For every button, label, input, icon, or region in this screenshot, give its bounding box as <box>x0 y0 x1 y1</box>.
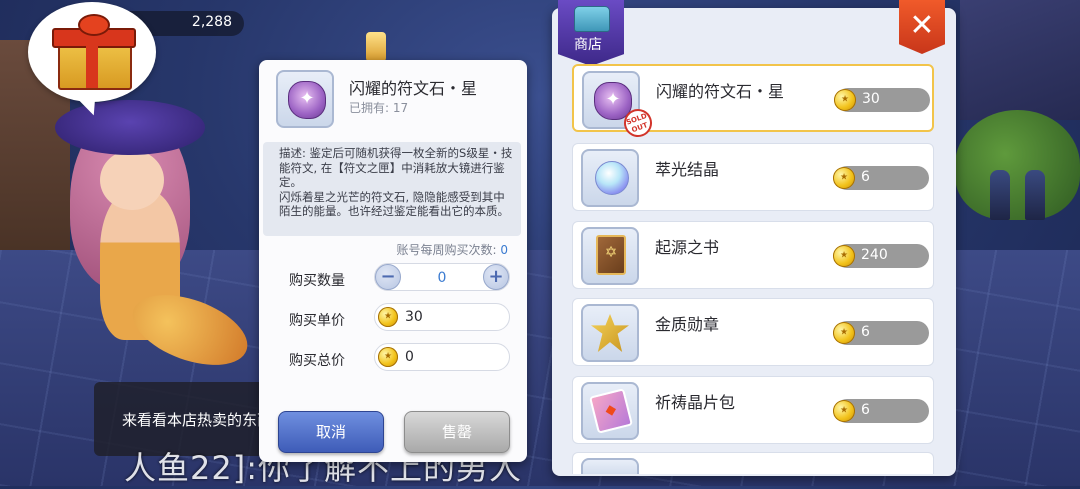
item-icon-frame <box>581 149 639 207</box>
cancel-button[interactable]: 取消 <box>278 411 384 453</box>
item-icon-frame <box>276 70 334 128</box>
item-description-flavor: 闪烁着星之光芒的符文石, 隐隐能感受到其中陌生的能量。也许经过鉴定能看出它的本质… <box>279 189 509 219</box>
coin-balance-value: 2,288 <box>191 14 232 30</box>
quantity-label: 购买数量 <box>289 273 345 289</box>
quantity-increase-button[interactable]: + <box>483 264 509 290</box>
coin-icon <box>833 245 855 267</box>
coin-icon <box>378 307 398 327</box>
shop-item-price: 6 <box>833 399 929 423</box>
shop-item[interactable]: SOLD OUT 闪耀的符文石・星 30 <box>572 64 934 141</box>
shop-item-price: 240 <box>833 244 929 268</box>
item-icon-frame <box>581 458 639 474</box>
shop-item-price: 6 <box>833 166 929 190</box>
witch-hat <box>55 100 205 155</box>
crystal-icon <box>595 161 629 195</box>
total-price-field: 0 <box>374 343 510 371</box>
card-pack-icon <box>588 388 634 434</box>
shop-item[interactable]: 萃光结晶 6 <box>572 143 934 211</box>
item-icon-frame <box>581 382 639 440</box>
shop-item-name: 祈祷晶片包 <box>655 393 736 412</box>
item-description-effect: 描述: 鉴定后可随机获得一枚全新的S级星・技能符文, 在【符文之匣】中消耗放大镜… <box>279 146 513 189</box>
unit-price-label: 购买单价 <box>289 313 345 329</box>
weekly-purchase-count: 0 <box>500 243 508 257</box>
shop-item-price-value: 240 <box>861 247 888 263</box>
tree <box>955 110 1080 220</box>
shop-item-name: 金质勋章 <box>655 315 720 334</box>
shop-item-name: 闪耀的符文石・星 <box>656 82 785 101</box>
sold-out-button[interactable]: 售罄 <box>404 411 510 453</box>
item-description: 描述: 鉴定后可随机获得一枚全新的S级星・技能符文, 在【符文之匣】中消耗放大镜… <box>263 142 521 236</box>
item-icon-frame <box>581 227 639 285</box>
shop-item-price: 30 <box>834 88 930 112</box>
street-lamp <box>366 32 386 62</box>
medal-icon <box>591 314 629 352</box>
shop-item-price-value: 30 <box>862 91 880 107</box>
unit-price-value: 30 <box>405 309 423 325</box>
rune-stone-icon <box>288 81 326 119</box>
shop-item-partial[interactable] <box>572 452 934 474</box>
close-button[interactable]: ✕ <box>899 0 945 54</box>
coin-icon <box>378 347 398 367</box>
item-icon-frame <box>581 304 639 362</box>
gift-bow <box>78 14 110 36</box>
book-icon <box>596 235 626 275</box>
total-price-value: 0 <box>405 349 414 365</box>
shop-item-price: 6 <box>833 321 929 345</box>
npc-character[interactable] <box>990 170 1010 220</box>
quantity-value[interactable]: 0 <box>431 270 453 286</box>
shop-item[interactable]: 祈祷晶片包 6 <box>572 376 934 444</box>
total-price-label: 购买总价 <box>289 353 345 369</box>
mermaid-face <box>100 150 164 210</box>
item-detail-dialog: 闪耀的符文石・星 已拥有: 17 描述: 鉴定后可随机获得一枚全新的S级星・技能… <box>259 60 527 462</box>
coin-icon <box>834 89 856 111</box>
shop-item-name: 萃光结晶 <box>655 160 720 179</box>
shop-tab-label: 商店 <box>574 37 602 53</box>
shop-item[interactable]: 金质勋章 6 <box>572 298 934 366</box>
item-icon-frame: SOLD OUT <box>582 71 656 141</box>
building-roof <box>960 0 1080 120</box>
item-name: 闪耀的符文石・星 <box>349 79 478 98</box>
shop-item-price-value: 6 <box>861 169 870 185</box>
coin-icon <box>833 322 855 344</box>
shop-item-name: 起源之书 <box>655 238 720 257</box>
shop-item-price-value: 6 <box>861 402 870 418</box>
gift-ribbon <box>86 28 98 88</box>
coin-icon <box>833 400 855 422</box>
npc-character[interactable] <box>1025 170 1045 220</box>
npc-dialogue-text: 来看看本店热卖的东西 <box>122 411 262 429</box>
shop-item-price-value: 6 <box>861 324 870 340</box>
quantity-decrease-button[interactable]: − <box>375 264 401 290</box>
weekly-purchase-limit: 账号每周购买次数: 0 <box>396 241 508 258</box>
unit-price-field: 30 <box>374 303 510 331</box>
coin-icon <box>833 167 855 189</box>
item-owned-count: 已拥有: 17 <box>349 101 409 115</box>
weekly-purchase-label: 账号每周购买次数: <box>396 243 497 257</box>
treasure-chest-icon <box>574 6 610 32</box>
shop-item[interactable]: 起源之书 240 <box>572 221 934 289</box>
